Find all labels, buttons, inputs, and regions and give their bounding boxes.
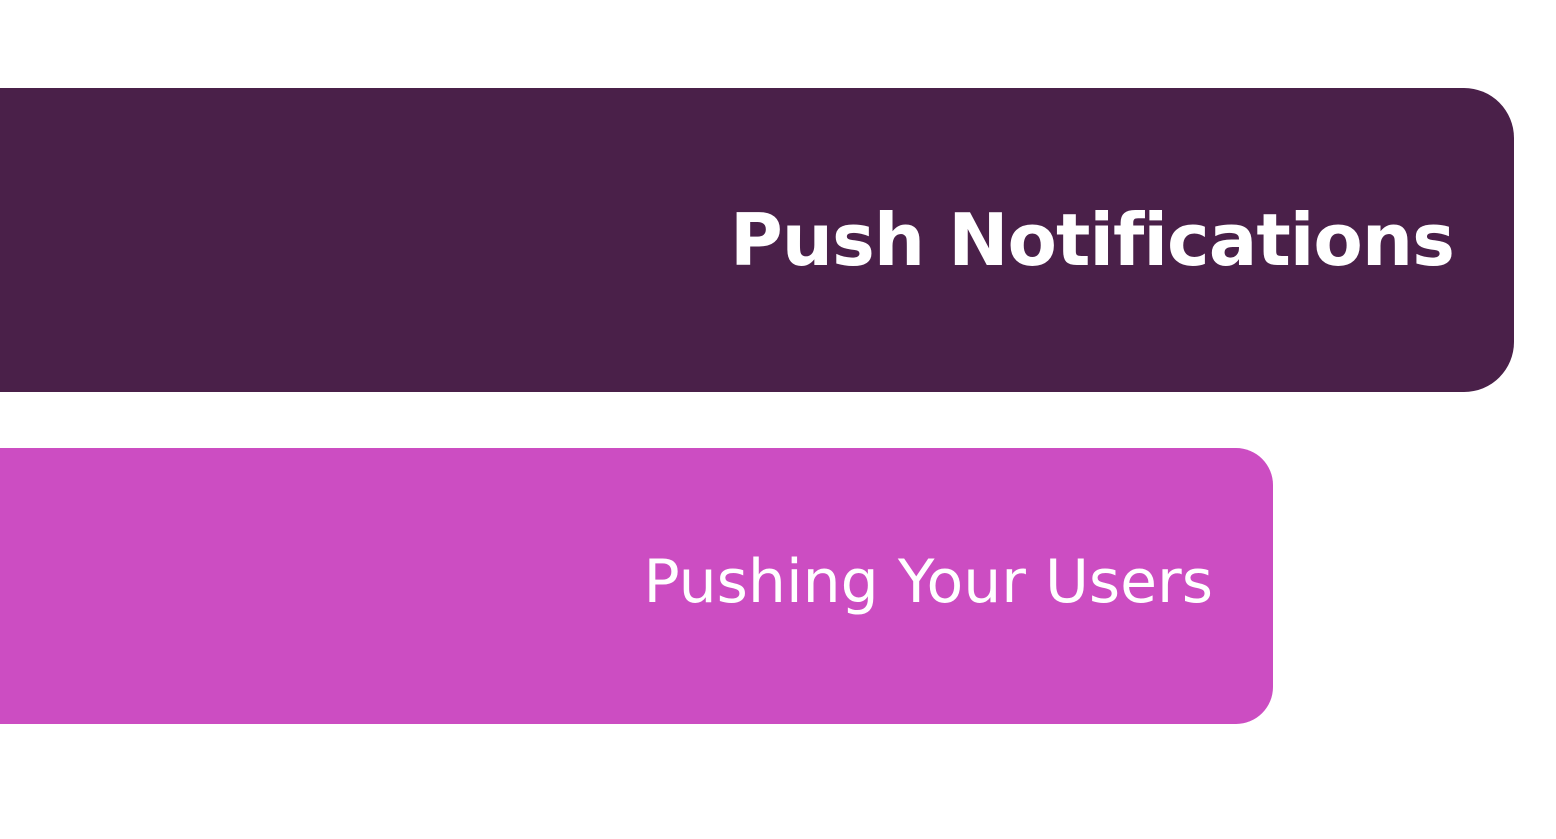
- title-slide: Push Notifications Pushing Your Users: [0, 0, 1556, 839]
- slide-subtitle: Pushing Your Users: [643, 547, 1213, 617]
- slide-title: Push Notifications: [730, 198, 1455, 282]
- subtitle-banner: Pushing Your Users: [0, 448, 1273, 724]
- title-banner: Push Notifications: [0, 88, 1514, 392]
